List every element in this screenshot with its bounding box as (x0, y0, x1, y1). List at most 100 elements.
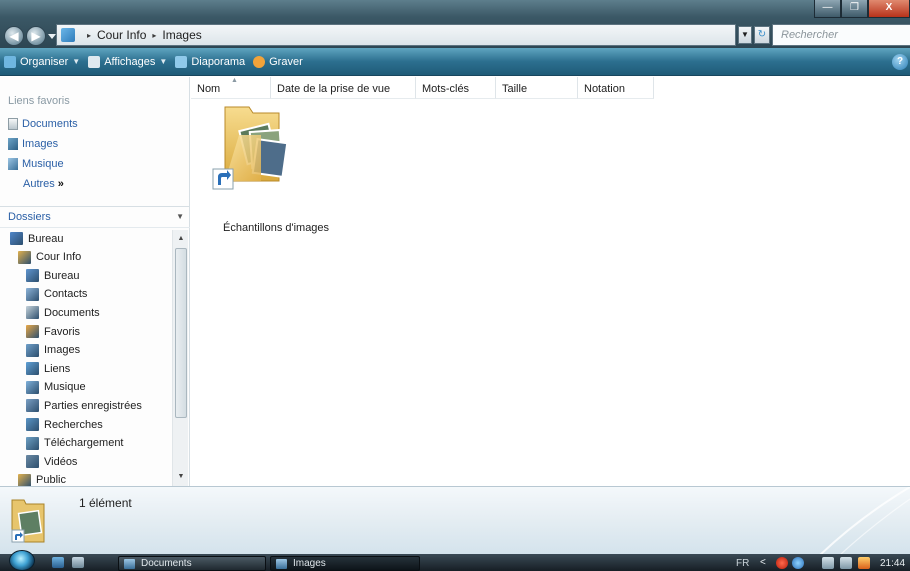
column-header-date[interactable]: Date de la prise de vue (271, 77, 416, 99)
window-controls: — ❐ X (814, 0, 910, 18)
breadcrumb-separator[interactable]: ▸ (87, 31, 91, 40)
breadcrumb-cour-info[interactable]: Cour Info (97, 28, 146, 42)
organize-button[interactable]: Organiser ▼ (4, 55, 81, 68)
tree-item-label: Images (44, 344, 81, 357)
favorite-link-music[interactable]: Musique (8, 158, 64, 170)
address-bar[interactable]: ▸ Cour Info ▸ Images (56, 24, 736, 46)
tree-item-label: Public (36, 474, 66, 486)
favorite-link-label: Images (22, 138, 59, 150)
tree-item[interactable]: Cour Info (18, 250, 81, 264)
show-desktop-icon[interactable] (52, 557, 64, 568)
recent-pages-dropdown[interactable] (48, 34, 56, 39)
tree-item[interactable]: Bureau (26, 269, 80, 283)
forward-button[interactable]: ▶ (26, 26, 46, 46)
security-alert-icon[interactable] (776, 557, 788, 569)
minimize-button[interactable]: — (814, 0, 841, 18)
breadcrumb-images[interactable]: Images (162, 28, 201, 42)
views-label: Affichages (104, 55, 156, 68)
tree-item[interactable]: Parties enregistrées (26, 399, 142, 413)
burn-button[interactable]: Graver (253, 55, 303, 68)
tree-item[interactable]: Images (26, 343, 81, 357)
taskbar-button-images[interactable]: Images (270, 556, 420, 571)
details-decoration (819, 487, 910, 555)
scroll-thumb[interactable] (175, 248, 187, 418)
show-hidden-icons-button[interactable]: < (760, 557, 766, 568)
folder-tree-scrollbar[interactable]: ▲ ▼ (172, 230, 188, 486)
double-chevron-icon: » (57, 178, 64, 190)
refresh-button[interactable]: ↻ (754, 26, 770, 44)
tree-item[interactable]: Favoris (26, 325, 80, 338)
favorite-link-label: Documents (22, 118, 78, 130)
close-button[interactable]: X (868, 0, 910, 18)
slideshow-button[interactable]: Diaporama (175, 55, 246, 68)
organize-icon (4, 55, 16, 68)
tree-item-label: Documents (44, 306, 100, 319)
details-pane (0, 486, 910, 555)
chevron-down-icon: ▼ (176, 212, 184, 221)
breadcrumb-separator[interactable]: ▸ (152, 31, 156, 40)
clock[interactable]: 21:44 (880, 558, 905, 569)
column-label: Date de la prise de vue (277, 83, 391, 95)
views-icon (88, 55, 101, 68)
documents-icon (8, 118, 18, 130)
favorite-link-images[interactable]: Images (8, 138, 58, 150)
file-list[interactable]: Nom ▲ Date de la prise de vue Mots-clés … (191, 77, 910, 486)
maximize-button[interactable]: ❐ (841, 0, 868, 18)
tree-item-label: Vidéos (44, 455, 78, 468)
tree-item[interactable]: Musique (26, 380, 86, 394)
column-header-name[interactable]: Nom ▲ (191, 77, 271, 99)
views-button[interactable]: Affichages ▼ (88, 55, 167, 68)
column-header-rating[interactable]: Notation (578, 77, 654, 99)
column-header-size[interactable]: Taille (496, 77, 578, 99)
sample-pictures-folder-icon (212, 106, 289, 190)
favorite-link-documents[interactable]: Documents (8, 118, 78, 130)
messenger-icon[interactable] (792, 557, 804, 569)
column-label: Taille (502, 83, 528, 95)
display-icon[interactable] (840, 557, 852, 569)
burn-label: Graver (269, 55, 303, 68)
tree-item[interactable]: Recherches (26, 418, 103, 431)
help-button[interactable]: ? (892, 54, 908, 70)
slideshow-label: Diaporama (191, 55, 246, 68)
saved-games-icon (26, 399, 39, 413)
more-links-button[interactable]: Autres» (23, 178, 64, 190)
switch-windows-icon[interactable] (72, 557, 84, 568)
folder-item[interactable]: Échantillons d'images (209, 101, 329, 234)
downloads-icon (26, 436, 39, 450)
music-icon (8, 158, 18, 170)
desktop-icon (10, 232, 23, 245)
favorite-links-heading: Liens favoris (8, 95, 70, 107)
tree-item[interactable]: Public (18, 473, 66, 486)
tree-item[interactable]: Documents (26, 306, 100, 320)
back-button[interactable]: ◀ (4, 26, 24, 46)
folders-header[interactable]: Dossiers ▼ (0, 206, 190, 228)
address-history-dropdown[interactable]: ▼ (738, 26, 752, 44)
pictures-location-icon (61, 28, 75, 42)
burn-disc-icon (253, 55, 266, 68)
start-button[interactable] (9, 550, 35, 571)
tree-item-label: Téléchargement (44, 437, 124, 450)
language-indicator[interactable]: FR (736, 558, 749, 569)
tree-item-label: Contacts (44, 288, 88, 301)
tree-item-label: Musique (44, 381, 86, 394)
videos-icon (26, 455, 39, 469)
scroll-down-arrow[interactable]: ▼ (173, 470, 189, 484)
column-header-tags[interactable]: Mots-clés (416, 77, 496, 99)
tree-item[interactable]: Liens (26, 362, 70, 376)
scroll-up-arrow[interactable]: ▲ (173, 232, 189, 246)
taskbar-button-label: Images (293, 558, 326, 569)
search-input[interactable]: Rechercher (772, 24, 910, 46)
tree-item-label: Bureau (44, 269, 80, 282)
tree-item[interactable]: Téléchargement (26, 436, 124, 450)
network-icon[interactable] (822, 557, 834, 569)
volume-icon[interactable] (858, 557, 870, 569)
folder-item-label: Échantillons d'images (223, 222, 330, 234)
slideshow-icon (175, 55, 188, 68)
tree-item[interactable]: Vidéos (26, 455, 78, 469)
tree-item[interactable]: Contacts (26, 287, 88, 301)
searches-icon (26, 418, 39, 431)
tree-item[interactable]: Bureau (10, 232, 63, 245)
more-links-label: Autres (23, 178, 55, 190)
chevron-down-icon: ▼ (72, 57, 81, 66)
taskbar-button-documents[interactable]: Documents (118, 556, 266, 571)
